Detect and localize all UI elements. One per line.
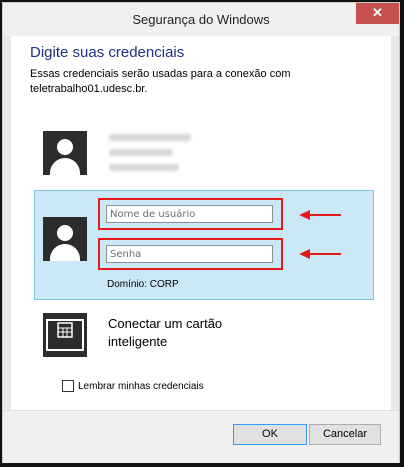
saved-account-tile[interactable] xyxy=(34,131,354,191)
user-avatar-icon xyxy=(43,217,87,261)
window-title: Segurança do Windows xyxy=(132,12,270,27)
smartcard-option[interactable]: Conectar um cartão inteligente xyxy=(34,311,334,361)
red-arrow-icon xyxy=(299,249,341,259)
smartcard-label-line-1: Conectar um cartão xyxy=(108,316,223,331)
title-bar: Segurança do Windows ✕ xyxy=(3,3,399,36)
dialog-heading: Digite suas credenciais xyxy=(30,44,185,61)
window-shadow: Segurança do Windows ✕ Digite suas crede… xyxy=(0,0,404,467)
smartcard-icon xyxy=(43,313,87,357)
close-button[interactable]: ✕ xyxy=(356,3,399,24)
red-arrow-icon xyxy=(299,210,341,220)
user-avatar-icon xyxy=(43,131,87,175)
new-credential-tile[interactable]: Domínio: CORP xyxy=(34,190,374,300)
username-highlight xyxy=(98,198,283,230)
domain-label: Domínio: CORP xyxy=(107,279,179,290)
smartcard-label: Conectar um cartão inteligente xyxy=(108,315,268,351)
blurred-account-line xyxy=(109,149,173,156)
description-line-1: Essas credenciais serão usadas para a co… xyxy=(30,68,291,80)
blurred-account-line xyxy=(109,134,191,141)
dialog-description: Essas credenciais serão usadas para a co… xyxy=(30,67,350,97)
close-icon: ✕ xyxy=(372,5,383,20)
dialog-content: Digite suas credenciais Essas credenciai… xyxy=(11,36,391,410)
password-highlight xyxy=(98,238,283,270)
security-dialog: Segurança do Windows ✕ Digite suas crede… xyxy=(2,2,400,463)
description-line-2: teletrabalho01.udesc.br. xyxy=(30,83,148,95)
remember-label: Lembrar minhas credenciais xyxy=(78,380,204,392)
smartcard-label-line-2: inteligente xyxy=(108,334,168,349)
username-input[interactable] xyxy=(106,205,273,223)
cancel-button[interactable]: Cancelar xyxy=(309,424,381,445)
blurred-account-line xyxy=(109,164,179,171)
dialog-footer: OK Cancelar xyxy=(3,410,399,463)
ok-button[interactable]: OK xyxy=(233,424,307,445)
remember-credentials[interactable]: Lembrar minhas credenciais xyxy=(62,380,204,392)
remember-checkbox[interactable] xyxy=(62,380,74,392)
password-input[interactable] xyxy=(106,245,273,263)
